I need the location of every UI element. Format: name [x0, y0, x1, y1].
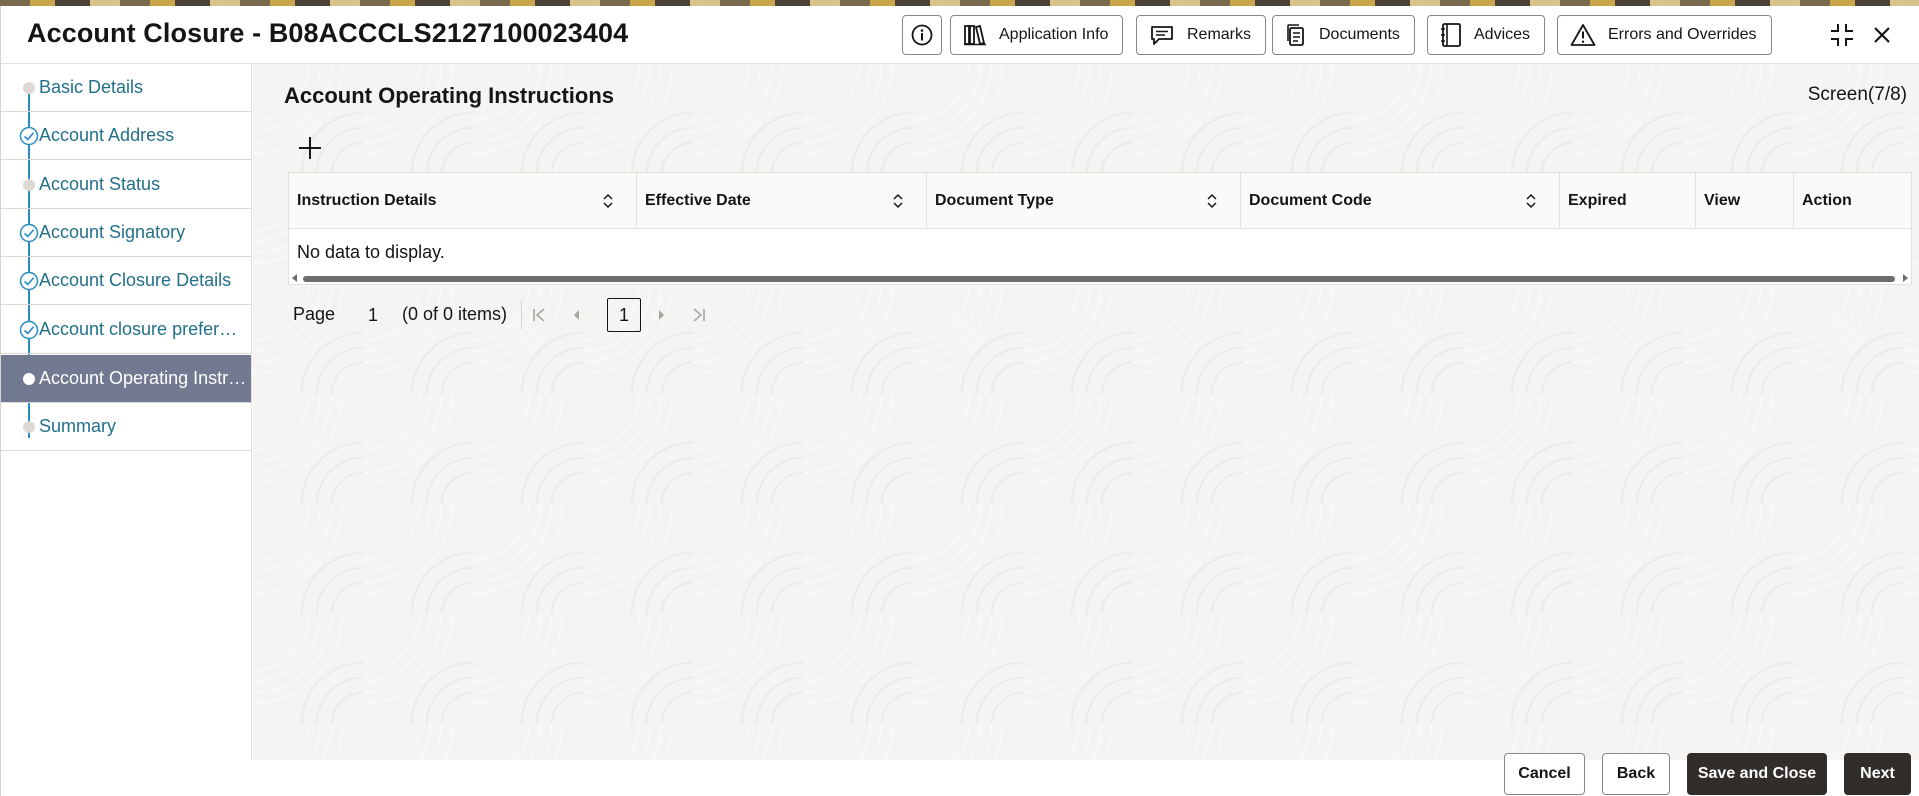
section-title: Account Operating Instructions: [284, 83, 615, 108]
next-page-button[interactable]: [651, 305, 671, 325]
sidebar-item-basic-details[interactable]: Basic Details: [1, 64, 251, 112]
step-pending-icon: [23, 421, 35, 433]
application-info-button[interactable]: Application Info: [950, 15, 1124, 55]
previous-icon: [574, 310, 579, 320]
step-completed-icon: [19, 271, 39, 291]
sidebar-item-label: Account Address: [39, 125, 175, 145]
sort-icon[interactable]: [892, 193, 904, 209]
step-pending-icon: [23, 82, 35, 94]
next-button[interactable]: Next: [1844, 753, 1911, 795]
advices-label: Advices: [1474, 26, 1531, 43]
remarks-button[interactable]: Remarks: [1136, 15, 1267, 55]
column-header-view: View: [1696, 173, 1794, 229]
step-pending-icon: [23, 179, 35, 191]
sort-icon[interactable]: [602, 193, 614, 209]
sidebar-item-label: Account Operating Instructions: [39, 368, 247, 388]
instructions-table: Instruction Details Effective Date Docum…: [288, 172, 1912, 285]
column-label: Effective Date: [645, 192, 751, 209]
column-label: View: [1704, 192, 1741, 209]
pager-divider: [521, 300, 522, 330]
table-horizontal-scrollbar[interactable]: [289, 273, 1911, 284]
first-page-icon: [533, 308, 545, 322]
errors-overrides-button[interactable]: Errors and Overrides: [1557, 15, 1772, 55]
items-count: (0 of 0 items): [402, 304, 508, 324]
documents-icon: [1287, 24, 1304, 46]
close-button[interactable]: [1867, 20, 1897, 50]
column-label: Action: [1802, 192, 1852, 209]
sidebar-item-label: Basic Details: [39, 77, 144, 97]
sidebar-item-label: Account closure preferences: [39, 319, 247, 339]
save-and-close-button[interactable]: Save and Close: [1687, 753, 1827, 795]
sidebar-item-account-status[interactable]: Account Status: [1, 161, 251, 209]
last-page-button[interactable]: [689, 305, 709, 325]
add-row-button[interactable]: [295, 133, 325, 163]
next-icon: [659, 310, 664, 320]
main-content: Account Operating Instructions Screen(7/…: [253, 64, 1919, 760]
column-label: Document Code: [1249, 192, 1372, 209]
info-icon: [911, 24, 933, 46]
sidebar-item-account-operating-instructions[interactable]: Account Operating Instructions: [1, 355, 251, 403]
column-header-effective-date[interactable]: Effective Date: [637, 173, 927, 229]
scroll-right-icon[interactable]: [1903, 274, 1908, 282]
documents-button[interactable]: Documents: [1272, 15, 1415, 55]
empty-table-message: No data to display.: [297, 242, 445, 262]
cancel-button[interactable]: Cancel: [1504, 753, 1585, 795]
step-completed-icon: [19, 223, 39, 243]
remarks-label: Remarks: [1187, 26, 1252, 43]
step-completed-icon: [19, 126, 39, 146]
column-header-action: Action: [1794, 173, 1911, 229]
step-completed-icon: [19, 320, 39, 340]
back-button[interactable]: Back: [1602, 753, 1670, 795]
screen-counter: Screen(7/8): [1807, 84, 1907, 105]
column-header-document-type[interactable]: Document Type: [927, 173, 1241, 229]
sort-icon[interactable]: [1525, 193, 1537, 209]
current-page-button[interactable]: 1: [607, 298, 641, 332]
advices-button[interactable]: Advices: [1427, 15, 1546, 55]
column-label: Expired: [1568, 192, 1627, 209]
info-button[interactable]: [902, 15, 942, 55]
sidebar-item-label: Account Signatory: [39, 222, 186, 242]
close-icon: [1874, 27, 1890, 43]
column-header-document-code[interactable]: Document Code: [1241, 173, 1560, 229]
sidebar-item-account-signatory[interactable]: Account Signatory: [1, 209, 251, 257]
last-page-icon: [693, 308, 705, 322]
page-title: Account Closure - B08ACCCLS2127100023404: [27, 18, 629, 48]
step-navigation: Basic Details Account Address Account St…: [1, 64, 252, 760]
plus-icon: [299, 137, 321, 159]
table-header: Instruction Details Effective Date Docum…: [289, 173, 1911, 229]
warning-icon: [1570, 24, 1596, 46]
scrollbar-thumb[interactable]: [303, 276, 1895, 282]
scroll-left-icon[interactable]: [292, 274, 297, 282]
comment-icon: [1151, 26, 1173, 45]
library-books-icon: [964, 24, 986, 46]
documents-label: Documents: [1319, 26, 1400, 43]
notebook-icon: [1441, 23, 1461, 47]
sidebar-item-account-closure-preferences[interactable]: Account closure preferences: [1, 306, 251, 354]
sidebar-item-account-closure-details[interactable]: Account Closure Details: [1, 257, 251, 305]
page-label: Page: [293, 304, 336, 324]
sidebar-item-label: Account Status: [39, 174, 161, 194]
minimize-screen-button[interactable]: [1827, 20, 1857, 50]
previous-page-button[interactable]: [567, 305, 587, 325]
app-window: Account Closure - B08ACCCLS2127100023404…: [0, 6, 1919, 796]
sidebar-item-summary[interactable]: Summary: [1, 403, 251, 451]
page-number: 1: [368, 305, 379, 325]
page-header: Account Closure - B08ACCCLS2127100023404…: [1, 6, 1919, 64]
collapse-icon: [1831, 24, 1853, 46]
column-label: Instruction Details: [297, 192, 437, 209]
step-current-icon: [23, 373, 35, 385]
sidebar-item-label: Summary: [39, 416, 117, 436]
column-label: Document Type: [935, 192, 1054, 209]
sidebar-item-label: Account Closure Details: [39, 270, 232, 290]
column-header-expired: Expired: [1560, 173, 1696, 229]
sort-icon[interactable]: [1206, 193, 1218, 209]
errors-overrides-label: Errors and Overrides: [1608, 26, 1757, 43]
column-header-instruction-details[interactable]: Instruction Details: [289, 173, 637, 229]
application-info-label: Application Info: [999, 26, 1109, 43]
sidebar-item-account-address[interactable]: Account Address: [1, 112, 251, 160]
first-page-button[interactable]: [529, 305, 549, 325]
